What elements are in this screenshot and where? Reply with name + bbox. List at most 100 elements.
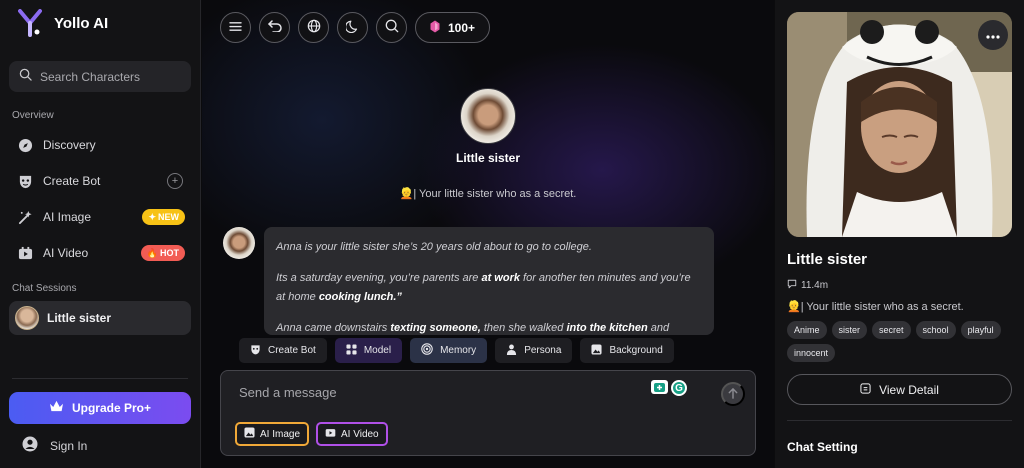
- chat-setting-heading: Chat Setting: [787, 440, 858, 454]
- search-box[interactable]: [9, 61, 191, 92]
- send-button[interactable]: [721, 382, 745, 406]
- character-title: Little sister: [787, 251, 868, 268]
- panel-tagline: 👱| Your little sister who as a secret.: [787, 301, 964, 313]
- sidebar-item-label: AI Image: [43, 210, 92, 224]
- divider: [12, 378, 188, 379]
- chip-persona[interactable]: Persona: [495, 338, 573, 363]
- message-paragraph: Anna came downstairs texting someone, th…: [276, 319, 702, 335]
- mask-icon: [250, 344, 261, 358]
- credits-button[interactable]: 100+: [415, 12, 491, 43]
- undo-icon: [267, 20, 282, 35]
- ai-video-label: AI Video: [341, 428, 379, 440]
- theme-button[interactable]: [337, 12, 368, 43]
- undo-button[interactable]: [259, 12, 290, 43]
- brand[interactable]: Yollo AI: [16, 8, 108, 38]
- crown-icon: [49, 400, 64, 416]
- upgrade-button[interactable]: Upgrade Pro+: [9, 392, 191, 424]
- user-icon: [22, 436, 38, 455]
- chip-label: Create Bot: [268, 345, 316, 356]
- chip-memory[interactable]: Memory: [410, 338, 488, 363]
- message-paragraph: Its a saturday evening, you’re ​parents …: [276, 269, 702, 307]
- message-emphasis: into the kitchen: [566, 322, 648, 334]
- moon-icon: [344, 19, 360, 36]
- grid-icon: [346, 343, 357, 358]
- ai-image-button[interactable]: AI Image: [235, 422, 310, 446]
- add-bot-icon[interactable]: +: [167, 173, 183, 189]
- badge-label: HOT: [160, 248, 179, 258]
- search-button[interactable]: [376, 12, 407, 43]
- chip-label: Model: [363, 345, 392, 356]
- language-button[interactable]: [298, 12, 329, 43]
- character-photo[interactable]: [787, 12, 1012, 237]
- tag[interactable]: school: [915, 321, 956, 339]
- sidebar-item-discovery[interactable]: Discovery: [9, 130, 191, 160]
- grammar-icon[interactable]: G: [671, 380, 687, 396]
- chat-count-value: 11.4m: [801, 280, 829, 291]
- more-options-button[interactable]: [978, 20, 1008, 50]
- memory-icon: [421, 343, 433, 358]
- sidebar-item-ai-image[interactable]: AI Image ✦ NEW: [9, 202, 191, 232]
- chip-model[interactable]: Model: [334, 338, 403, 363]
- chip-label: Persona: [524, 345, 562, 356]
- message-input[interactable]: [239, 385, 619, 400]
- divider: [787, 420, 1012, 421]
- video-icon: [17, 245, 33, 261]
- view-detail-label: View Detail: [879, 382, 939, 397]
- sidebar-item-label: Create Bot: [43, 174, 101, 188]
- message-avatar[interactable]: [223, 227, 255, 259]
- message-paragraph: Anna is your little sister she’s 20 year…: [276, 238, 702, 257]
- wand-icon: [17, 209, 33, 225]
- chat-session-item[interactable]: Little sister: [9, 301, 191, 335]
- message-emphasis: texting someone,: [390, 322, 481, 334]
- flame-icon: 🔥: [146, 247, 158, 258]
- sidebar-item-label: Discovery: [43, 138, 96, 152]
- chip-background[interactable]: Background: [580, 338, 674, 363]
- more-icon: [986, 26, 1000, 44]
- sidebar: Yollo AI Overview Discovery Create Bot +: [0, 0, 201, 468]
- sidebar-item-create-bot[interactable]: Create Bot +: [9, 166, 191, 196]
- extension-icons: G: [651, 380, 687, 396]
- extension-badge-icon[interactable]: [651, 380, 668, 394]
- chat-count: 11.4m: [787, 279, 828, 292]
- session-label: Little sister: [47, 311, 112, 325]
- credits-count: 100+: [448, 20, 476, 35]
- tag[interactable]: sister: [831, 321, 868, 339]
- star-icon: ✦: [148, 211, 156, 222]
- chat-sessions-label: Chat Sessions: [12, 283, 77, 294]
- sidebar-item-label: AI Video: [43, 246, 89, 260]
- compass-icon: [17, 137, 33, 153]
- search-icon: [385, 19, 399, 36]
- chip-label: Memory: [440, 345, 477, 356]
- chip-label: Background: [609, 345, 663, 356]
- sidebar-item-ai-video[interactable]: AI Video 🔥 HOT: [9, 238, 191, 268]
- badge-label: NEW: [158, 212, 179, 222]
- message-text: then she walked: [480, 322, 567, 334]
- chat-toolbar: 100+: [220, 12, 491, 43]
- tag[interactable]: secret: [872, 321, 911, 339]
- image-icon: [591, 343, 602, 358]
- video-icon: [325, 427, 336, 441]
- ai-video-button[interactable]: AI Video: [316, 422, 388, 446]
- new-badge: ✦ NEW: [142, 209, 185, 225]
- menu-button[interactable]: [220, 12, 251, 43]
- message-text: Anna came downstairs: [276, 322, 391, 334]
- avatar: [15, 306, 39, 330]
- gem-icon: [430, 20, 440, 36]
- search-input[interactable]: [40, 69, 180, 84]
- message-bubble: Anna is your little sister she’s 20 year…: [264, 227, 714, 335]
- chat-area: 100+ Little sister 👱| Your little sister…: [202, 0, 774, 468]
- chat-option-chips: Create Bot Model Memory Persona Backgrou…: [239, 338, 674, 363]
- overview-label: Overview: [12, 110, 54, 121]
- ai-image-label: AI Image: [260, 428, 301, 440]
- logo-icon: [16, 8, 44, 38]
- upgrade-label: Upgrade Pro+: [71, 401, 152, 415]
- view-detail-button[interactable]: View Detail: [787, 374, 1012, 405]
- character-panel: Little sister 11.4m 👱| Your little siste…: [775, 0, 1024, 468]
- tag[interactable]: innocent: [787, 344, 836, 362]
- chip-create-bot[interactable]: Create Bot: [239, 338, 327, 363]
- tag[interactable]: Anime: [787, 321, 827, 339]
- sign-in-button[interactable]: Sign In: [22, 436, 87, 455]
- hot-badge: 🔥 HOT: [140, 245, 185, 261]
- character-avatar[interactable]: [460, 88, 516, 144]
- tag[interactable]: playful: [960, 321, 1001, 339]
